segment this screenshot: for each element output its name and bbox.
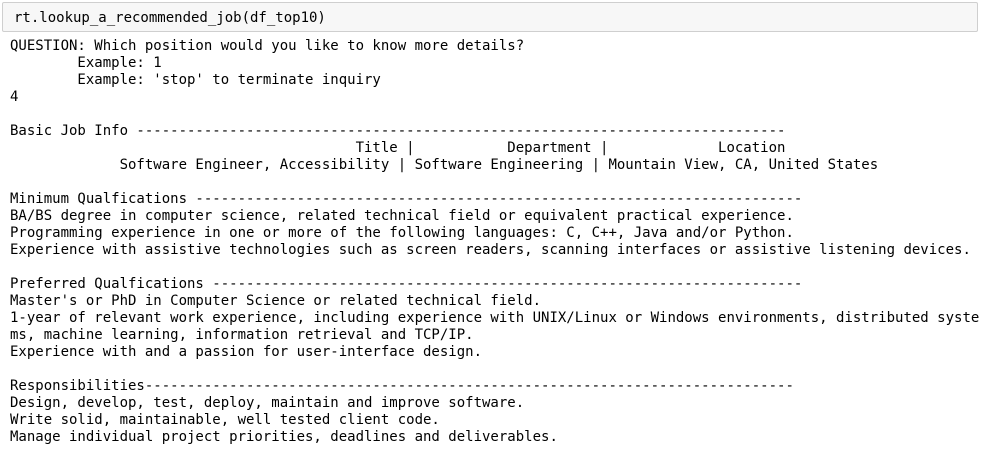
output-line: Software Engineer, Accessibility | Softw… [10,157,879,173]
output-line: Minimum Qualfications ------------------… [10,191,803,207]
output-line: ms, machine learning, information retrie… [10,327,474,343]
output-line: Title | Department | Location [10,140,786,156]
output-line: 1-year of relevant work experience, incl… [10,310,980,326]
output-line: 4 [10,89,19,105]
output-line: Preferred Qualfications ----------------… [10,276,803,292]
cell-output: QUESTION: Which position would you like … [10,38,979,446]
output-line: Example: 'stop' to terminate inquiry [10,72,381,88]
output-line: Example: 1 [10,55,162,71]
output-line: QUESTION: Which position would you like … [10,38,525,54]
output-line: Master's or PhD in Computer Science or r… [10,293,542,309]
code-input-cell[interactable]: rt.lookup_a_recommended_job(df_top10) [2,2,978,32]
output-line: Design, develop, test, deploy, maintain … [10,395,525,411]
output-line: Responsibilities------------------------… [10,378,794,394]
output-line: Programming experience in one or more of… [10,225,794,241]
output-line: Experience with assistive technologies s… [10,242,971,258]
output-line: Manage individual project priorities, de… [10,429,558,445]
code-text[interactable]: rt.lookup_a_recommended_job(df_top10) [14,10,326,27]
output-line: BA/BS degree in computer science, relate… [10,208,794,224]
output-line: Basic Job Info -------------------------… [10,123,786,139]
output-line: Write solid, maintainable, well tested c… [10,412,440,428]
output-line: Experience with and a passion for user-i… [10,344,483,360]
